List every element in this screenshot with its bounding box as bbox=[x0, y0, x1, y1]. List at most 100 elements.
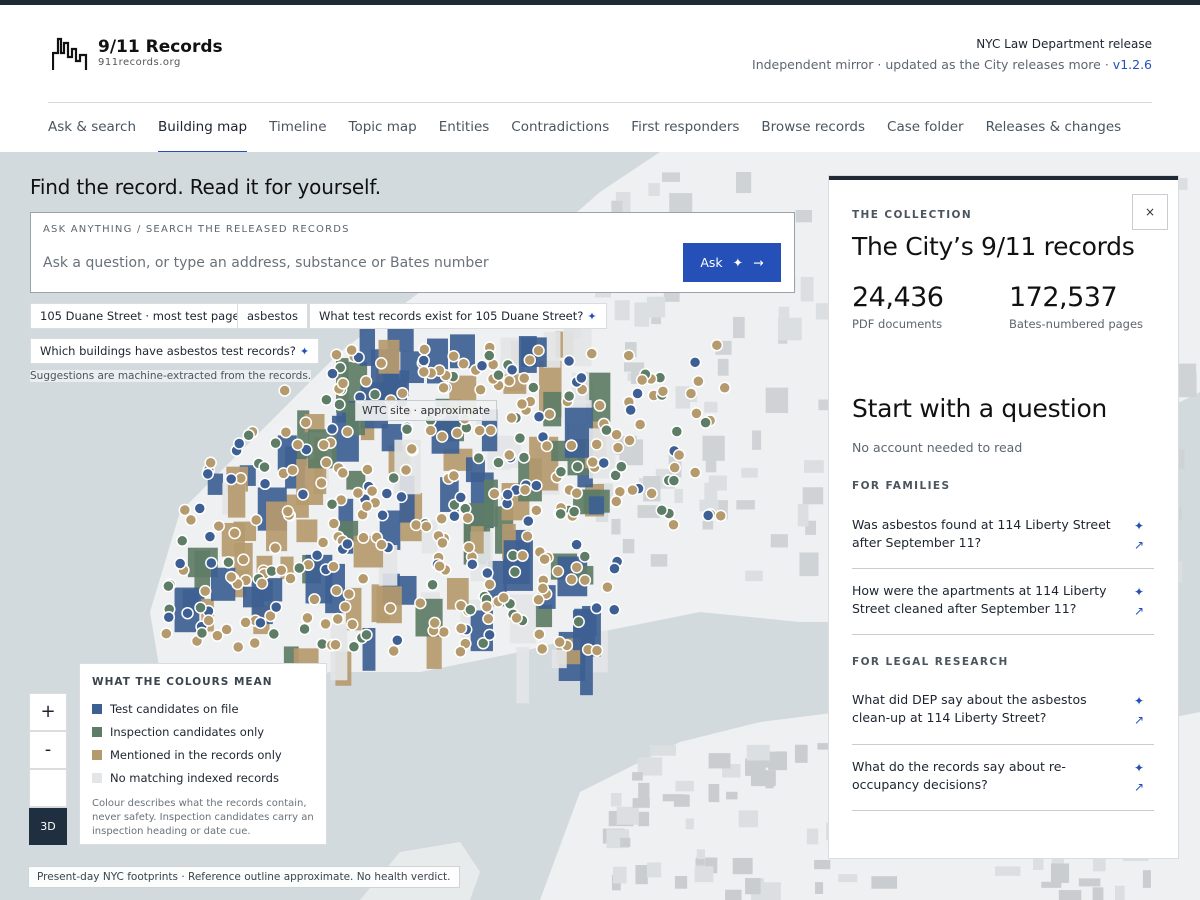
building-footprint bbox=[802, 487, 824, 505]
building-footprint bbox=[551, 649, 567, 669]
zoom-out-button[interactable]: - bbox=[29, 731, 67, 769]
map-legend: WHAT THE COLOURS MEAN Test candidates on… bbox=[79, 663, 327, 845]
external-link-icon: ↗ bbox=[1133, 604, 1145, 618]
suggestion-chip[interactable]: 105 Duane Street · most test pages bbox=[30, 303, 256, 329]
record-marker bbox=[291, 438, 305, 451]
sparkle-icon: ✦ bbox=[1133, 761, 1145, 775]
families-heading: FOR FAMILIES bbox=[852, 480, 951, 492]
record-marker bbox=[611, 441, 625, 454]
legend-swatch bbox=[92, 772, 102, 783]
record-marker bbox=[342, 587, 356, 601]
record-marker bbox=[319, 617, 332, 631]
record-marker bbox=[258, 477, 272, 491]
record-marker bbox=[395, 490, 408, 504]
record-marker bbox=[279, 426, 293, 439]
record-marker bbox=[540, 439, 554, 453]
version-link[interactable]: v1.2.6 bbox=[1113, 57, 1152, 72]
record-marker bbox=[417, 365, 431, 379]
question-icons: ✦ ↗ bbox=[1132, 517, 1146, 555]
nav-topic-map[interactable]: Topic map bbox=[349, 115, 417, 152]
record-marker bbox=[567, 505, 581, 518]
record-marker bbox=[464, 603, 477, 617]
search-input[interactable] bbox=[43, 249, 663, 277]
record-marker bbox=[239, 616, 252, 629]
nav-case-folder[interactable]: Case folder bbox=[887, 115, 964, 152]
building-footprint bbox=[799, 552, 819, 577]
question-item[interactable]: How were the apartments at 114 Liberty S… bbox=[852, 582, 1154, 635]
record-marker bbox=[570, 486, 583, 500]
record-marker bbox=[281, 505, 295, 518]
nav-first-responders[interactable]: First responders bbox=[631, 115, 739, 152]
mirror-line: Independent mirror · updated as the City… bbox=[752, 55, 1152, 75]
record-marker bbox=[488, 487, 501, 501]
building-footprint bbox=[694, 866, 714, 883]
3d-toggle-button[interactable]: 3D bbox=[29, 808, 67, 845]
record-marker bbox=[317, 438, 330, 452]
legend-label: No matching indexed records bbox=[110, 770, 279, 785]
record-marker bbox=[310, 549, 324, 562]
record-marker bbox=[530, 479, 543, 492]
record-marker bbox=[521, 529, 534, 543]
record-marker bbox=[615, 460, 628, 473]
record-marker bbox=[667, 518, 680, 531]
legend-title: WHAT THE COLOURS MEAN bbox=[92, 676, 273, 688]
hero-title: Find the record. Read it for yourself. bbox=[30, 175, 381, 199]
suggestion-chip[interactable]: asbestos bbox=[237, 303, 308, 329]
ask-button[interactable]: Ask ✦ → bbox=[683, 243, 781, 282]
record-marker bbox=[710, 338, 724, 352]
record-marker bbox=[501, 488, 514, 501]
record-marker bbox=[572, 615, 585, 629]
building-footprint bbox=[296, 519, 318, 543]
record-marker bbox=[336, 377, 350, 390]
question-item[interactable]: Was asbestos found at 114 Liberty Street… bbox=[852, 516, 1154, 569]
site-logo[interactable]: 9/11 Records 911records.org bbox=[52, 35, 223, 71]
legend-label: Inspection candidates only bbox=[110, 724, 265, 739]
record-marker bbox=[347, 640, 361, 654]
building-footprint bbox=[632, 798, 650, 808]
nav-timeline[interactable]: Timeline bbox=[269, 115, 326, 152]
record-marker bbox=[551, 565, 565, 578]
record-marker bbox=[570, 561, 583, 574]
nav-entities[interactable]: Entities bbox=[439, 115, 490, 152]
record-marker bbox=[181, 606, 194, 620]
sparkle-icon: ✦ bbox=[587, 310, 597, 323]
record-marker bbox=[590, 601, 603, 615]
building-footprint bbox=[708, 784, 720, 803]
question-item[interactable]: What do the records say about re-occupan… bbox=[852, 758, 1154, 811]
record-marker bbox=[320, 456, 333, 469]
record-marker bbox=[553, 635, 566, 649]
nav-ask-search[interactable]: Ask & search bbox=[48, 115, 136, 152]
collection-panel: × THE COLLECTION The City’s 9/11 records… bbox=[829, 176, 1178, 858]
record-marker bbox=[699, 416, 712, 429]
building-footprint bbox=[804, 460, 824, 473]
nav-contradictions[interactable]: Contradictions bbox=[511, 115, 609, 152]
suggestion-chip[interactable]: Which buildings have asbestos test recor… bbox=[30, 338, 320, 364]
question-item[interactable]: What did DEP say about the asbestos clea… bbox=[852, 691, 1154, 745]
record-marker bbox=[341, 425, 354, 439]
release-info: NYC Law Department release Independent m… bbox=[752, 36, 1152, 75]
building-footprint bbox=[797, 504, 809, 527]
record-marker bbox=[586, 455, 599, 469]
building-footprint bbox=[685, 818, 694, 830]
chip-label: asbestos bbox=[247, 309, 298, 323]
nav-browse-records[interactable]: Browse records bbox=[761, 115, 865, 152]
zoom-in-button[interactable]: + bbox=[29, 693, 67, 731]
suggestion-chip[interactable]: What test records exist for 105 Duane St… bbox=[309, 303, 607, 329]
record-marker bbox=[267, 627, 281, 641]
nav-releases-changes[interactable]: Releases & changes bbox=[986, 115, 1122, 152]
building-footprint bbox=[795, 209, 813, 223]
panel-title: The City’s 9/11 records bbox=[852, 232, 1135, 261]
record-marker bbox=[575, 371, 588, 385]
record-marker bbox=[503, 448, 516, 462]
record-marker bbox=[258, 460, 271, 474]
legend-item-inspection: Inspection candidates only bbox=[92, 720, 314, 743]
record-marker bbox=[193, 502, 207, 515]
record-marker bbox=[667, 474, 681, 487]
close-panel-button[interactable]: × bbox=[1132, 194, 1168, 230]
sparkle-icon: ✦ bbox=[1133, 585, 1145, 599]
record-marker bbox=[457, 357, 470, 370]
record-marker bbox=[608, 562, 621, 575]
record-marker bbox=[330, 584, 343, 597]
record-marker bbox=[510, 611, 523, 625]
nav-building-map[interactable]: Building map bbox=[158, 115, 248, 154]
